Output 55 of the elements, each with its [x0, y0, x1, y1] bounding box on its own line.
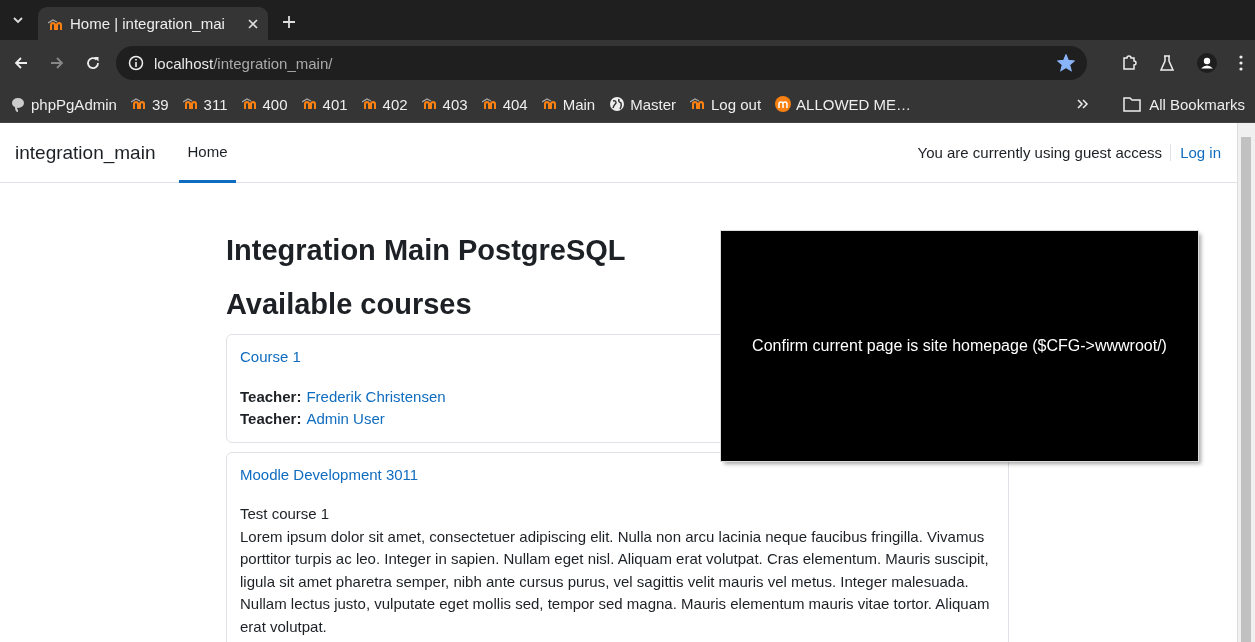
section-title: Available courses [226, 287, 473, 322]
bookmark[interactable]: Master [609, 95, 677, 113]
moodle-icon [241, 96, 258, 112]
forward-icon [50, 56, 64, 70]
bookmark[interactable]: 311 [182, 95, 228, 113]
bookmark[interactable]: Main [541, 95, 596, 113]
bookmark[interactable]: Log out [690, 95, 762, 113]
summary-text: Lorem ipsum dolor sit amet, consectetuer adipiscing elit. Nulla non arcu lacinia neque faucibus fringilla. Vivamus porttitor turpis ac leo. Integer in sapien. Nullam eget nisl. Aliquam erat volutpat. Cras elementum. Mauris suscipit, ligula sit amet pharetra semper, nibh ante cursus purus, vel sagittis velit mauris vel metus. Integer malesuada. Nullam lectus justo, vulputate eget mollis sed, tempor sed magna. Mauris elementum mauris vitae tortor. Aliquam erat volutpat. [240, 526, 991, 637]
close-icon[interactable] [248, 18, 258, 29]
address-bar[interactable]: localhost/integration_main/ [116, 46, 1087, 80]
bookmark[interactable]: phpPgAdmin [10, 95, 117, 113]
overlay-message: Confirm current page is site homepage ($CFG->wwwroot/) [752, 337, 1167, 355]
puzzle-icon[interactable] [1121, 55, 1137, 71]
url-text: localhost/integration_main/ [154, 54, 334, 72]
site-name[interactable]: integration_main [15, 141, 156, 164]
guest-access-notice: You are currently using guest access [917, 144, 1172, 161]
menu-icon[interactable] [1239, 55, 1243, 71]
teacher-link[interactable]: Admin User [306, 410, 385, 427]
teacher-link[interactable]: Frederik Christensen [306, 387, 446, 405]
page-title: Integration Main PostgreSQL [226, 233, 627, 268]
bookmark[interactable]: ALLOWED ME… [775, 95, 912, 113]
moodle-icon [361, 96, 378, 112]
moodle-icon [130, 96, 147, 112]
profile-icon[interactable] [1197, 53, 1217, 73]
flask-icon[interactable] [1159, 55, 1175, 71]
bookmark-star-icon[interactable] [1057, 54, 1075, 72]
login-link[interactable]: Log in [1171, 144, 1221, 161]
new-tab-icon[interactable] [283, 16, 295, 28]
moodle-icon [301, 96, 318, 112]
teacher-role: Teacher: [240, 410, 302, 427]
moodle-icon [481, 96, 498, 112]
chevrons-icon[interactable] [1077, 98, 1090, 110]
folder-icon [1123, 96, 1142, 112]
bookmark[interactable]: 402 [361, 95, 408, 113]
nav-tab[interactable]: Home [179, 123, 236, 183]
back-icon[interactable] [14, 56, 28, 70]
globe-icon [609, 96, 626, 112]
summary-title: Test course 1 [240, 504, 331, 524]
info-icon[interactable] [128, 55, 144, 71]
moodle-icon [541, 96, 558, 112]
bookmark[interactable]: 401 [301, 95, 348, 113]
teacher-role: Teacher: [240, 387, 302, 405]
tab-list-icon[interactable] [12, 14, 24, 26]
bookmark[interactable]: 404 [481, 95, 528, 113]
course-link[interactable]: Moodle Development 3011 [240, 463, 995, 486]
bookmark[interactable]: 403 [421, 95, 468, 113]
moodle-icon [690, 96, 707, 112]
browser-tab[interactable]: Home | integration_mai [38, 7, 268, 40]
moodle-icon [775, 96, 792, 112]
reload-icon[interactable] [86, 56, 100, 70]
bookmark[interactable]: 400 [241, 95, 288, 113]
bookmark[interactable]: 39 [130, 95, 169, 113]
moodle-icon [182, 96, 199, 112]
all-bookmarks-button[interactable]: All Bookmarks [1123, 95, 1245, 113]
moodle-icon [421, 96, 438, 112]
